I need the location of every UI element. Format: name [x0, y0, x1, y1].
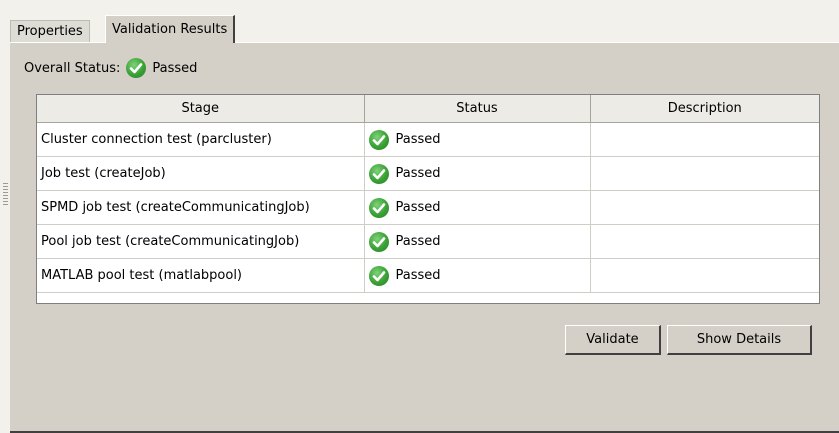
check-circle-icon [126, 58, 147, 78]
overall-status: Overall Status: Passed [24, 56, 197, 80]
stage-cell: MATLAB pool test (matlabpool) [37, 258, 365, 293]
status-cell: Passed [364, 258, 591, 293]
status-cell: Passed [364, 224, 591, 259]
description-cell [590, 190, 819, 225]
check-circle-icon [368, 265, 389, 286]
status-text: Passed [395, 132, 441, 147]
status-text: Passed [395, 268, 441, 283]
overall-status-value: Passed [152, 60, 198, 76]
description-cell [590, 156, 819, 191]
column-header-status[interactable]: Status [364, 95, 591, 123]
stage-cell: SPMD job test (createCommunicatingJob) [37, 190, 365, 225]
table-row[interactable]: MATLAB pool test (matlabpool) Passed [37, 258, 819, 293]
table-header-row: Stage Status Description [37, 95, 819, 123]
check-circle-icon [368, 129, 389, 150]
overall-status-label: Overall Status: [24, 60, 121, 76]
status-cell: Passed [364, 190, 591, 225]
column-header-description[interactable]: Description [590, 95, 819, 123]
table-row[interactable]: Pool job test (createCommunicatingJob) P… [37, 224, 819, 259]
column-header-stage[interactable]: Stage [37, 95, 365, 123]
show-details-button[interactable]: Show Details [667, 325, 812, 355]
description-cell [590, 122, 819, 157]
table-row[interactable]: Job test (createJob) Passed [37, 156, 819, 191]
description-cell [590, 258, 819, 293]
validation-window: Properties Validation Results Overall St… [0, 0, 839, 433]
status-text: Passed [395, 200, 441, 215]
status-cell: Passed [364, 122, 591, 157]
table-row[interactable]: Cluster connection test (parcluster) Pas… [37, 122, 819, 157]
splitter-grip[interactable] [3, 183, 8, 205]
stage-cell: Cluster connection test (parcluster) [37, 122, 365, 157]
stage-cell: Job test (createJob) [37, 156, 365, 191]
description-cell [590, 224, 819, 259]
tab-properties[interactable]: Properties [10, 20, 90, 43]
table-row[interactable]: SPMD job test (createCommunicatingJob) P… [37, 190, 819, 225]
tab-validation-results[interactable]: Validation Results [105, 15, 236, 43]
stage-cell: Pool job test (createCommunicatingJob) [37, 224, 365, 259]
check-circle-icon [368, 231, 389, 252]
check-circle-icon [368, 163, 389, 184]
check-circle-icon [368, 197, 389, 218]
validate-button[interactable]: Validate [565, 325, 661, 355]
results-table: Stage Status Description Cluster connect… [36, 94, 820, 304]
status-cell: Passed [364, 156, 591, 191]
status-text: Passed [395, 234, 441, 249]
status-text: Passed [395, 166, 441, 181]
